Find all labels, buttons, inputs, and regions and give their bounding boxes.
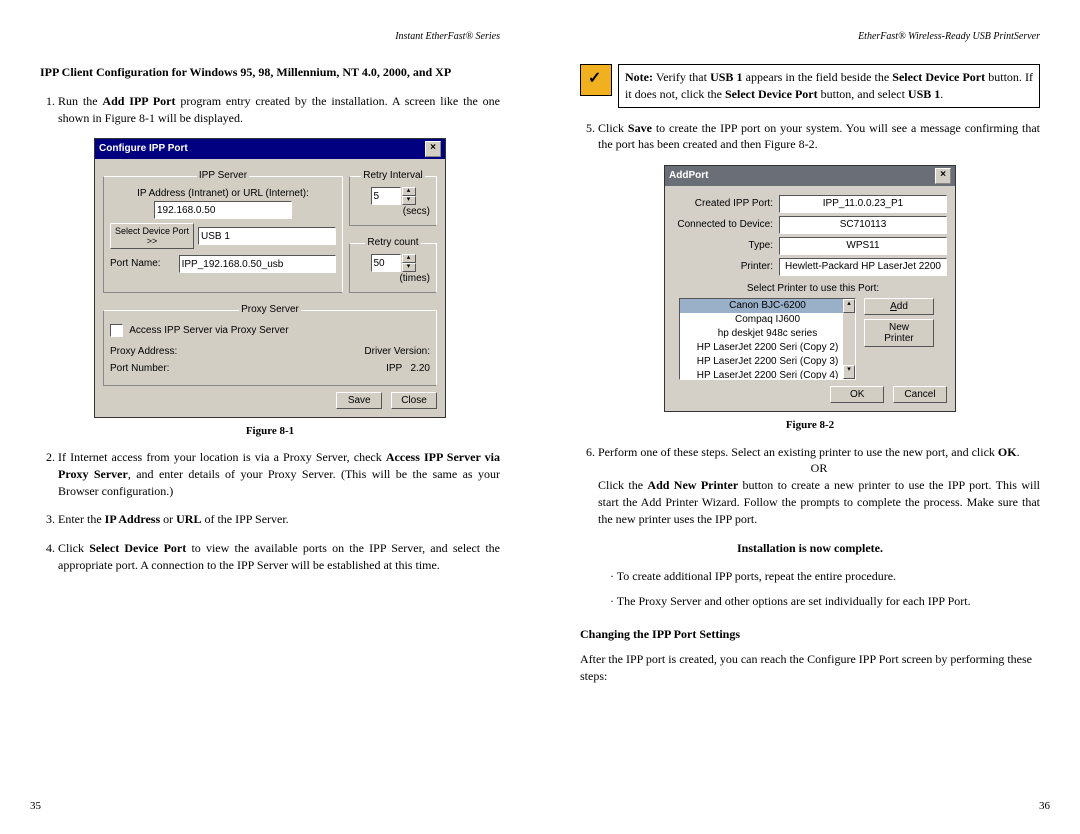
spin-down-icon[interactable]: ▾	[402, 196, 416, 205]
connected-device-field[interactable]: SC710113	[779, 216, 947, 234]
retry-interval-group: Retry Interval ▴▾ (secs)	[349, 169, 437, 226]
retry-count-group: Retry count ▴▾ (times)	[349, 236, 437, 293]
figure-8-2: AddPort × Created IPP Port:IPP_11.0.0.23…	[580, 165, 1040, 433]
figure-8-1: Configure IPP Port × IPP Server IP Addre…	[40, 138, 500, 439]
close-icon[interactable]: ×	[935, 168, 951, 184]
select-printer-label: Select Printer to use this Port:	[679, 282, 947, 296]
step5: Click Save to create the IPP port on you…	[598, 120, 1040, 154]
note-box: Note: Verify that USB 1 appears in the f…	[580, 64, 1040, 108]
page-header-right: EtherFast® Wireless-Ready USB PrintServe…	[580, 30, 1040, 44]
type-field[interactable]: WPS11	[779, 237, 947, 255]
spin-up-icon[interactable]: ▴	[402, 254, 416, 263]
retry-count-spinner[interactable]: ▴▾	[371, 254, 416, 272]
list-item[interactable]: HP LaserJet 2200 Seri (Copy 2)	[680, 341, 855, 355]
titlebar: AddPort ×	[665, 166, 955, 186]
select-device-port-button[interactable]: Select Device Port >>	[110, 223, 194, 249]
page-number-left: 35	[30, 799, 41, 814]
printer-listbox[interactable]: Canon BJC-6200 Compaq IJ600 hp deskjet 9…	[679, 298, 856, 380]
device-field[interactable]	[198, 227, 336, 245]
page-left: Instant EtherFast® Series IPP Client Con…	[0, 0, 540, 834]
subheading-changing-ipp: Changing the IPP Port Settings	[580, 626, 1040, 643]
spin-down-icon[interactable]: ▾	[402, 263, 416, 272]
spin-up-icon[interactable]: ▴	[402, 187, 416, 196]
step1: Run the Add IPP Port program entry creat…	[58, 93, 500, 127]
scroll-up-icon[interactable]: ▴	[843, 299, 855, 313]
scroll-down-icon[interactable]: ▾	[843, 365, 855, 379]
add-button[interactable]: Add	[864, 298, 934, 315]
checkmark-icon	[580, 64, 612, 96]
titlebar: Configure IPP Port ×	[95, 139, 445, 159]
after-text: After the IPP port is created, you can r…	[580, 651, 1040, 685]
page-header-left: Instant EtherFast® Series	[40, 30, 500, 44]
printer-field[interactable]: Hewlett-Packard HP LaserJet 2200	[779, 258, 947, 276]
close-button[interactable]: Close	[391, 392, 437, 409]
configure-ipp-dialog: Configure IPP Port × IPP Server IP Addre…	[94, 138, 446, 417]
bullet2: · The Proxy Server and other options are…	[620, 593, 1040, 610]
step2: If Internet access from your location is…	[58, 449, 500, 499]
step4: Click Select Device Port to view the ava…	[58, 540, 500, 574]
bullet1: · To create additional IPP ports, repeat…	[620, 568, 1040, 585]
cancel-button[interactable]: Cancel	[893, 386, 947, 403]
scrollbar[interactable]: ▴ ▾	[843, 299, 855, 379]
save-button[interactable]: Save	[336, 392, 382, 409]
ip-label: IP Address (Intranet) or URL (Internet):	[110, 187, 336, 201]
ip-address-input[interactable]	[154, 201, 292, 219]
list-item[interactable]: Compaq IJ600	[680, 313, 855, 327]
port-name-input[interactable]	[179, 255, 336, 273]
steps-left: Run the Add IPP Port program entry creat…	[40, 93, 500, 127]
list-item[interactable]: Canon BJC-6200	[680, 299, 855, 313]
ok-button[interactable]: OK	[830, 386, 884, 403]
proxy-server-group: Proxy Server Access IPP Server via Proxy…	[103, 303, 437, 385]
installation-complete: Installation is now complete.	[580, 540, 1040, 557]
retry-interval-spinner[interactable]: ▴▾	[371, 187, 416, 205]
close-icon[interactable]: ×	[425, 141, 441, 157]
figure-8-1-caption: Figure 8-1	[40, 424, 500, 439]
page-right: EtherFast® Wireless-Ready USB PrintServe…	[540, 0, 1080, 834]
created-ipp-port-field[interactable]: IPP_11.0.0.23_P1	[779, 195, 947, 213]
proxy-checkbox[interactable]	[110, 324, 123, 337]
figure-8-2-caption: Figure 8-2	[580, 418, 1040, 433]
list-item[interactable]: hp deskjet 948c series	[680, 327, 855, 341]
step3: Enter the IP Address or URL of the IPP S…	[58, 511, 500, 528]
page-number-right: 36	[1039, 799, 1050, 814]
list-item[interactable]: HP LaserJet 2200 Seri (Copy 4)	[680, 369, 855, 380]
step6: Perform one of these steps. Select an ex…	[598, 444, 1040, 528]
port-name-label: Port Name:	[110, 257, 161, 271]
dialog-title: Configure IPP Port	[99, 142, 188, 156]
section-title: IPP Client Configuration for Windows 95,…	[40, 64, 500, 81]
list-item[interactable]: HP LaserJet 2200 Seri (Copy 3)	[680, 355, 855, 369]
ipp-server-group: IPP Server IP Address (Intranet) or URL …	[103, 169, 343, 293]
new-printer-button[interactable]: New Printer	[864, 319, 934, 347]
addport-dialog: AddPort × Created IPP Port:IPP_11.0.0.23…	[664, 165, 956, 412]
